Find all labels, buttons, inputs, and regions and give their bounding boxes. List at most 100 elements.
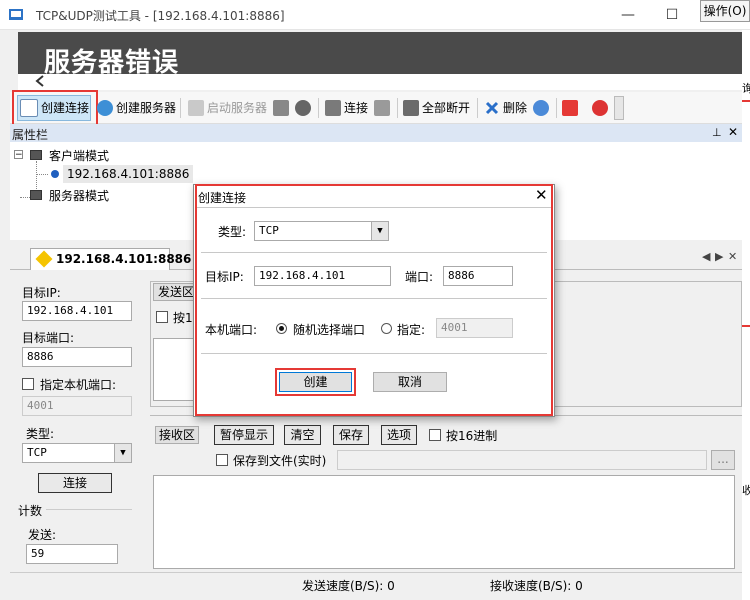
send-speed: 发送速度(B/S): 0 xyxy=(302,579,395,593)
toolbar-separator xyxy=(397,98,398,118)
dialog-close-icon[interactable]: ✕ xyxy=(535,186,548,204)
client-mode-icon xyxy=(30,150,42,160)
receive-textarea[interactable] xyxy=(153,475,735,569)
receive-speed: 接收速度(B/S): 0 xyxy=(490,579,583,593)
property-panel-header xyxy=(10,124,742,142)
connect-icon xyxy=(325,100,341,116)
close-panel-icon[interactable]: ✕ xyxy=(728,125,738,139)
specify-port-radio[interactable] xyxy=(381,323,392,334)
stop-server-icon xyxy=(273,100,289,116)
delete-button[interactable]: 删除 xyxy=(484,97,527,119)
globe-icon xyxy=(97,100,113,116)
maximize-button[interactable]: ☐ xyxy=(650,2,694,28)
dialog-divider xyxy=(201,353,547,354)
start-server-button[interactable]: 启动服务器 xyxy=(188,97,267,119)
send-hex-checkbox[interactable] xyxy=(156,311,168,323)
server-mode-icon xyxy=(30,190,42,200)
property-panel-title: 属性栏 xyxy=(12,128,49,142)
tab-connection-label: 192.168.4.101:8886 xyxy=(56,252,192,266)
power-button[interactable] xyxy=(562,97,578,119)
target-port-label: 目标端口: xyxy=(22,331,75,345)
target-port-field[interactable]: 8886 xyxy=(22,347,132,367)
tab-next-icon[interactable]: ▶ xyxy=(715,250,723,263)
close-server-button[interactable] xyxy=(295,97,311,119)
stop-server-button[interactable] xyxy=(273,97,289,119)
dialog-type-value: TCP xyxy=(259,224,279,237)
send-count-label: 发送: xyxy=(28,528,57,542)
send-textarea[interactable] xyxy=(153,338,198,401)
disconnect-button[interactable] xyxy=(374,97,390,119)
app-icon xyxy=(8,7,24,23)
tree-item-server-mode[interactable]: 服务器模式 xyxy=(49,187,109,204)
pause-display-button[interactable]: 暂停显示 xyxy=(214,425,274,445)
random-port-label: 随机选择端口 xyxy=(293,323,366,337)
connect-button[interactable]: 连接 xyxy=(325,97,368,119)
help-icon xyxy=(592,100,608,116)
save-to-file-label: 保存到文件(实时) xyxy=(233,454,327,468)
receive-area-tab[interactable]: 接收区 xyxy=(155,426,199,444)
tree-item-connection[interactable]: 192.168.4.101:8886 xyxy=(63,165,194,183)
dialog-type-select[interactable]: TCP ▼ xyxy=(254,221,389,241)
local-port-label: 指定本机端口: xyxy=(40,378,117,392)
connect-label: 连接 xyxy=(344,101,369,115)
connect-action-button[interactable]: 连接 xyxy=(38,473,112,493)
type-select[interactable]: TCP ▼ xyxy=(22,443,132,463)
target-ip-field[interactable]: 192.168.4.101 xyxy=(22,301,132,321)
random-port-radio[interactable] xyxy=(276,323,287,334)
dialog-title: 创建连接 xyxy=(198,191,247,205)
server-icon xyxy=(188,100,204,116)
browse-button[interactable]: ... xyxy=(711,450,735,470)
toolbar-separator xyxy=(556,98,557,118)
tree-collapse-icon[interactable]: − xyxy=(14,150,23,160)
local-port-checkbox[interactable] xyxy=(22,378,34,390)
dialog-title-divider xyxy=(197,207,551,208)
disconnect-all-button[interactable]: 全部断开 xyxy=(403,97,470,119)
type-label: 类型: xyxy=(26,427,55,441)
red-annotation-line xyxy=(742,100,750,102)
chevron-down-icon: ▼ xyxy=(114,444,131,462)
specify-port-field[interactable]: 4001 xyxy=(436,318,513,338)
gear-icon xyxy=(533,100,549,116)
help-button[interactable] xyxy=(592,97,608,119)
save-button[interactable]: 保存 xyxy=(333,425,369,445)
minimize-button[interactable]: — xyxy=(606,2,650,28)
dialog-target-ip-label: 目标IP: xyxy=(205,270,244,284)
tab-close-icon[interactable]: ✕ xyxy=(728,250,737,263)
toolbar-overflow-chevron-icon[interactable] xyxy=(614,96,624,120)
connection-icon xyxy=(51,170,59,178)
local-port-field[interactable]: 4001 xyxy=(22,396,132,416)
create-server-button[interactable]: 创建服务器 xyxy=(97,97,176,119)
tree-connector xyxy=(20,197,30,198)
back-chevron-icon[interactable] xyxy=(34,74,50,90)
disconnect-all-label: 全部断开 xyxy=(422,101,471,115)
chevron-down-icon: ▼ xyxy=(371,222,388,240)
dialog-divider xyxy=(201,298,547,299)
create-button-highlight xyxy=(275,368,356,396)
red-annotation-line xyxy=(742,325,750,327)
dialog-port-field[interactable]: 8886 xyxy=(443,266,513,286)
settings-button[interactable] xyxy=(533,97,549,119)
operations-menu-button[interactable]: 操作(O) xyxy=(700,0,750,22)
dialog-port-label: 端口: xyxy=(405,270,434,284)
options-button[interactable]: 选项 xyxy=(381,425,417,445)
save-path-field[interactable] xyxy=(337,450,707,470)
start-server-label: 启动服务器 xyxy=(207,101,268,115)
clear-button[interactable]: 清空 xyxy=(284,425,321,445)
toolbar-separator xyxy=(180,98,181,118)
disconnect-icon xyxy=(374,100,390,116)
dialog-target-ip-field[interactable]: 192.168.4.101 xyxy=(254,266,391,286)
right-edge-panel xyxy=(742,30,750,600)
receive-hex-label: 按16进制 xyxy=(446,429,498,443)
window-title: TCP&UDP测试工具 - [192.168.4.101:8886] xyxy=(36,9,285,23)
pin-icon[interactable]: ⊥ xyxy=(712,126,722,139)
save-to-file-checkbox[interactable] xyxy=(216,454,228,466)
tree-item-client-mode[interactable]: 客户端模式 xyxy=(49,147,109,164)
toolbar-separator xyxy=(477,98,478,118)
banner-strip xyxy=(18,74,742,90)
send-count-field: 59 xyxy=(26,544,118,564)
tab-prev-icon[interactable]: ◀ xyxy=(702,250,710,263)
dialog-type-label: 类型: xyxy=(218,225,247,239)
receive-hex-checkbox[interactable] xyxy=(429,429,441,441)
dialog-cancel-button[interactable]: 取消 xyxy=(373,372,447,392)
specify-port-label: 指定: xyxy=(397,323,426,337)
